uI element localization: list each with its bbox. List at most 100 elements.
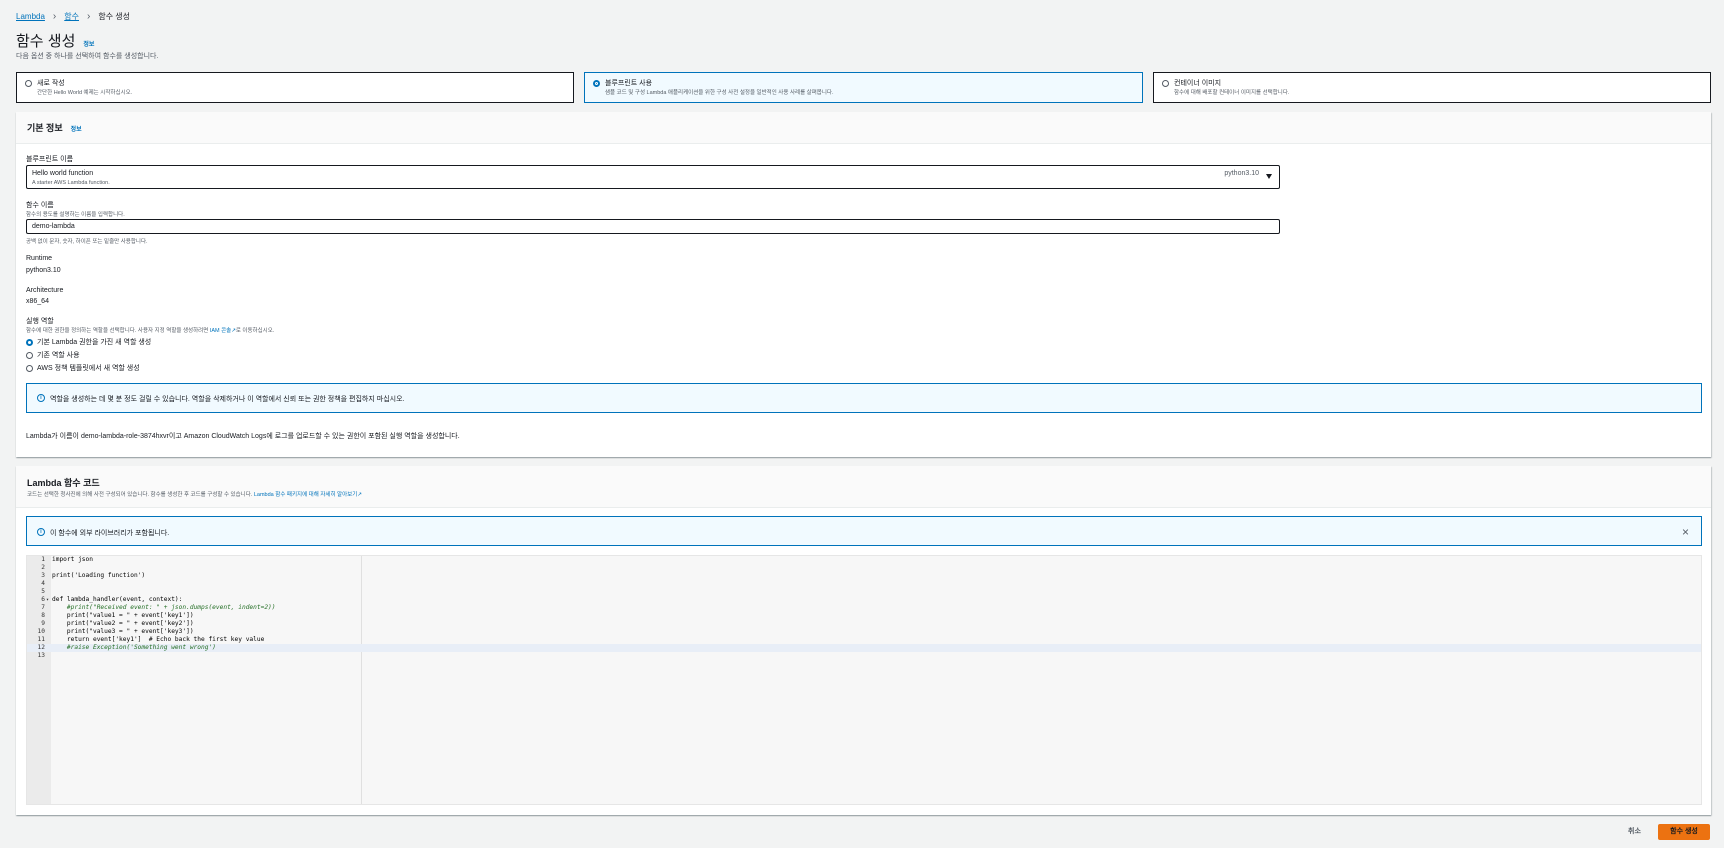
line-number: 8 <box>41 612 45 619</box>
code-line: 3 print('Loading function') <box>27 572 1701 580</box>
role-option-existing[interactable]: 기존 역할 사용 <box>26 350 80 360</box>
chevron-right-icon: › <box>52 10 57 22</box>
line-text: def lambda_handler(event, context): <box>52 596 183 603</box>
role-desc-text-post: 로 이동하십시오. <box>235 328 275 334</box>
role-option-policy-template[interactable]: AWS 정책 템플릿에서 새 역할 생성 <box>26 363 140 373</box>
line-text: #print("Received event: " + json.dumps(e… <box>52 604 276 611</box>
line-text: print('Loading function') <box>52 572 146 579</box>
line-text: print("value3 = " + event['key3']) <box>52 628 194 635</box>
code-line: 11 return event['key1'] # Echo back the … <box>27 636 1701 644</box>
role-option-label: 기존 역할 사용 <box>37 352 80 359</box>
option-author-from-scratch[interactable]: 새로 작성 간단한 Hello World 예제는 시작하십시오. <box>16 72 574 103</box>
architecture-value: x86_64 <box>26 298 49 305</box>
line-number: 10 <box>37 628 45 635</box>
page-info-link[interactable]: 정보 <box>83 39 94 48</box>
line-number: 5 <box>41 588 45 595</box>
code-line: 1 import json <box>27 556 1701 564</box>
code-line: 13 <box>27 652 1701 660</box>
architecture-label: Architecture <box>26 287 64 294</box>
line-text: import json <box>52 556 93 563</box>
option-title: 블루프린트 사용 <box>605 80 653 87</box>
option-title: 새로 작성 <box>37 80 65 87</box>
function-name-hint: 공백 없이 문자, 숫자, 하이픈 또는 밑줄만 사용합니다. <box>26 239 148 245</box>
info-icon: i <box>37 394 45 402</box>
panel-header: 기본 정보 정보 <box>16 112 1711 144</box>
code-desc-text: 코드는 선택한 청사진에 의해 사전 구성되어 있습니다. 함수를 생성한 후 … <box>27 492 253 498</box>
radio-selected-icon[interactable] <box>593 80 600 87</box>
option-container-image[interactable]: 컨테이너 이미지 함수에 대해 배포할 컨테이너 이미지를 선택합니다. <box>1153 72 1711 103</box>
radio-icon[interactable] <box>1162 80 1169 87</box>
blueprint-label: 블루프린트 이름 <box>26 156 74 163</box>
option-title: 컨테이너 이미지 <box>1174 80 1222 87</box>
role-option-label: AWS 정책 템플릿에서 새 역할 생성 <box>37 365 140 372</box>
line-number: 9 <box>41 620 45 627</box>
role-creation-note: Lambda가 이름이 demo-lambda-role-3874hxvr이고 … <box>26 433 460 440</box>
external-link-icon: ↗ <box>357 492 362 498</box>
alert-message: 역할을 생성하는 데 몇 분 정도 걸릴 수 있습니다. 역할을 삭제하거나 이… <box>50 396 405 403</box>
execution-role-desc: 함수에 대한 권한을 정의하는 역할을 선택합니다. 사용자 지정 역할을 생성… <box>26 326 274 334</box>
line-number: 1 <box>41 556 45 563</box>
line-number: 12 <box>37 644 45 651</box>
line-text: print("value1 = " + event['key1']) <box>52 612 194 619</box>
radio-icon[interactable] <box>26 351 33 359</box>
role-info-alert: i 역할을 생성하는 데 몇 분 정도 걸릴 수 있습니다. 역할을 삭제하거나… <box>26 383 1702 413</box>
external-library-alert: i 이 함수에 외부 라이브러리가 포함됩니다. × <box>26 516 1702 546</box>
function-name-desc: 함수의 용도를 설명하는 이름을 입력합니다. <box>26 212 125 218</box>
code-line: 8 print("value1 = " + event['key1']) <box>27 612 1701 620</box>
code-line-active: 12 #raise Exception('Something went wron… <box>27 644 1701 652</box>
code-section-title: Lambda 함수 코드 <box>27 478 100 488</box>
breadcrumb-lambda[interactable]: Lambda <box>16 12 45 21</box>
fold-arrow-icon[interactable]: ▾ <box>46 596 49 604</box>
option-use-blueprint[interactable]: 블루프린트 사용 샘플 코드 및 구성 Lambda 애플리케이션을 위한 구성… <box>584 72 1143 103</box>
iam-console-link[interactable]: IAM 콘솔 <box>210 328 231 334</box>
code-line: 4 <box>27 580 1701 588</box>
line-text: print("value2 = " + event['key2']) <box>52 620 194 627</box>
create-function-button[interactable]: 함수 생성 <box>1658 824 1710 840</box>
radio-selected-icon[interactable] <box>26 338 33 346</box>
option-desc: 간단한 Hello World 예제는 시작하십시오. <box>37 90 133 96</box>
code-editor[interactable]: 1 import json 2 3 print('Loading function'… <box>26 555 1702 805</box>
learn-more-link[interactable]: Lambda 함수 패키지에 대해 자세히 알아보기 <box>254 492 357 498</box>
line-number: 7 <box>41 604 45 611</box>
radio-icon[interactable] <box>25 80 32 87</box>
page-title-row: 함수 생성 정보 <box>16 30 94 51</box>
function-name-input[interactable]: demo-lambda <box>26 219 1280 234</box>
runtime-label: Runtime <box>26 255 53 262</box>
basic-info-link[interactable]: 정보 <box>71 124 82 133</box>
line-number: 11 <box>37 636 45 643</box>
line-text: return event['key1'] # Echo back the fir… <box>52 636 265 643</box>
breadcrumb-functions[interactable]: 함수 <box>64 11 79 22</box>
code-line: 6 ▾ def lambda_handler(event, context): <box>27 596 1701 604</box>
line-number: 6 <box>41 596 45 603</box>
line-number: 13 <box>37 652 45 659</box>
breadcrumb-current: 함수 생성 <box>98 12 131 21</box>
runtime-value: python3.10 <box>26 267 61 274</box>
blueprint-runtime: python3.10 <box>1224 170 1259 177</box>
radio-icon[interactable] <box>26 364 33 372</box>
code-line: 9 print("value2 = " + event['key2']) <box>27 620 1701 628</box>
panel-header: Lambda 함수 코드 코드는 선택한 청사진에 의해 사전 구성되어 있습니… <box>16 466 1711 508</box>
role-option-new-basic[interactable]: 기본 Lambda 권한을 가진 새 역할 생성 <box>26 337 151 347</box>
alert-message: 이 함수에 외부 라이브러리가 포함됩니다. <box>50 530 170 537</box>
function-name-label: 함수 이름 <box>26 202 54 209</box>
code-line: 7 #print("Received event: " + json.dumps… <box>27 604 1701 612</box>
code-section-desc: 코드는 선택한 청사진에 의해 사전 구성되어 있습니다. 함수를 생성한 후 … <box>27 490 362 498</box>
line-number: 3 <box>41 572 45 579</box>
blueprint-desc: A starter AWS Lambda function. <box>32 180 110 186</box>
execution-role-label: 실행 역할 <box>26 318 54 325</box>
role-desc-text: 함수에 대한 권한을 정의하는 역할을 선택합니다. 사용자 지정 역할을 생성… <box>26 328 209 334</box>
role-option-label: 기본 Lambda 권한을 가진 새 역할 생성 <box>37 339 152 346</box>
line-number: 2 <box>41 564 45 571</box>
cancel-button[interactable]: 취소 <box>1628 826 1641 836</box>
blueprint-select[interactable]: Hello world function A starter AWS Lambd… <box>26 165 1280 189</box>
blueprint-name: Hello world function <box>32 170 94 177</box>
section-title: 기본 정보 <box>27 123 63 133</box>
code-line: 10 print("value3 = " + event['key3']) <box>27 628 1701 636</box>
line-number: 4 <box>41 580 45 587</box>
chevron-right-icon: › <box>87 10 91 22</box>
breadcrumb: Lambda › 함수 › 함수 생성 <box>16 11 130 22</box>
close-icon[interactable]: × <box>1682 526 1689 538</box>
page-subtitle: 다음 옵션 중 하나를 선택하여 함수를 생성합니다. <box>16 53 159 60</box>
code-line: 5 <box>27 588 1701 596</box>
info-icon: i <box>37 528 45 536</box>
